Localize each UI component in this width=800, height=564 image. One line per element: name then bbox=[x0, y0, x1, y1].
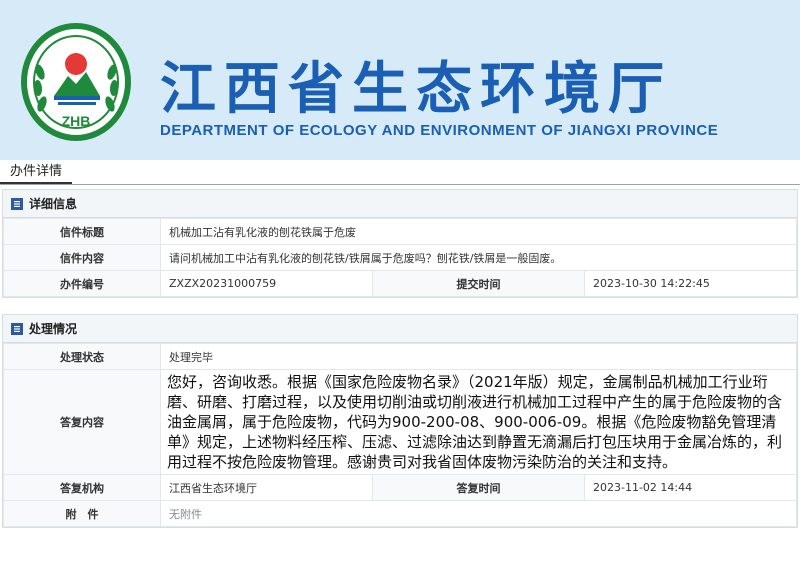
table-row: 办件编号 ZXZX20231000759 提交时间 2023-10-30 14:… bbox=[3, 270, 797, 297]
content-label: 信件内容 bbox=[3, 244, 161, 271]
attachment-label: 附 件 bbox=[3, 500, 161, 527]
process-table: 处理状态 处理完毕 答复内容 您好，咨询收悉。根据《国家危险废物名录》（2021… bbox=[3, 343, 797, 527]
content-value: 请问机械加工中沾有乳化液的刨花铁/铁屑属于危废吗？刨花铁/铁屑是一般固废。 bbox=[160, 244, 797, 271]
title-label: 信件标题 bbox=[3, 218, 161, 245]
svg-text:ZHB: ZHB bbox=[62, 113, 91, 129]
reply-content: 您好，咨询收悉。根据《国家危险废物名录》（2021年版）规定，金属制品机械加工行… bbox=[160, 369, 797, 475]
site-title: 江西省生态环境厅 bbox=[160, 57, 672, 122]
process-panel-header: 处理情况 bbox=[3, 315, 797, 343]
zhb-logo: ZHB bbox=[21, 23, 131, 141]
reply-time-value: 2023-11-02 14:44 bbox=[584, 474, 797, 501]
submit-time-label: 提交时间 bbox=[372, 270, 585, 297]
id-value: ZXZX20231000759 bbox=[160, 270, 373, 297]
table-row: 处理状态 处理完毕 bbox=[3, 343, 797, 370]
process-section-title: 处理情况 bbox=[29, 322, 78, 336]
table-row: 答复内容 您好，咨询收悉。根据《国家危险废物名录》（2021年版）规定，金属制品… bbox=[3, 369, 797, 475]
status-label: 处理状态 bbox=[3, 343, 161, 370]
table-row: 信件标题 机械加工沾有乳化液的刨花铁属于危废 bbox=[3, 218, 797, 245]
table-row: 附 件 无附件 bbox=[3, 500, 797, 527]
org-label: 答复机构 bbox=[3, 474, 161, 501]
table-row: 信件内容 请问机械加工中沾有乳化液的刨花铁/铁屑属于危废吗？刨花铁/铁屑是一般固… bbox=[3, 244, 797, 271]
process-panel: 处理情况 处理状态 处理完毕 答复内容 您好，咨询收悉。根据《国家危险废物名录》… bbox=[2, 314, 798, 528]
site-subtitle: DEPARTMENT OF ECOLOGY AND ENVIRONMENT OF… bbox=[160, 122, 719, 139]
detail-table: 信件标题 机械加工沾有乳化液的刨花铁属于危废 信件内容 请问机械加工中沾有乳化液… bbox=[3, 218, 797, 297]
reply-label: 答复内容 bbox=[3, 369, 161, 475]
id-label: 办件编号 bbox=[3, 270, 161, 297]
reply-time-label: 答复时间 bbox=[372, 474, 585, 501]
list-icon bbox=[11, 197, 23, 210]
tab-bar: 办件详情 bbox=[0, 160, 800, 185]
detail-panel-header: 详细信息 bbox=[3, 190, 797, 218]
tab-detail[interactable]: 办件详情 bbox=[0, 162, 73, 184]
list-icon bbox=[11, 322, 23, 335]
submit-time-value: 2023-10-30 14:22:45 bbox=[584, 270, 797, 297]
status-value: 处理完毕 bbox=[160, 343, 797, 370]
org-value: 江西省生态环境厅 bbox=[160, 474, 373, 501]
title-value: 机械加工沾有乳化液的刨花铁属于危废 bbox=[160, 218, 797, 245]
detail-section-title: 详细信息 bbox=[29, 197, 78, 211]
table-row: 答复机构 江西省生态环境厅 答复时间 2023-11-02 14:44 bbox=[3, 474, 797, 501]
site-banner: ZHB 江西省生态环境厅 DEPARTMENT OF ECOLOGY AND E… bbox=[0, 0, 800, 160]
detail-panel: 详细信息 信件标题 机械加工沾有乳化液的刨花铁属于危废 信件内容 请问机械加工中… bbox=[2, 189, 798, 298]
attachment-value: 无附件 bbox=[160, 500, 797, 527]
